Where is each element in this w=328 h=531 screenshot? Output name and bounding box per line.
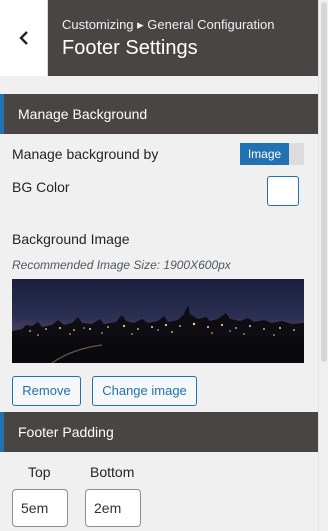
- section-footer-padding[interactable]: Footer Padding: [0, 412, 318, 452]
- breadcrumb: Customizing ▸ General Configuration: [62, 17, 275, 32]
- panel-header: Customizing ▸ General Configuration Foot…: [0, 0, 318, 76]
- section-title: Footer Padding: [18, 424, 114, 440]
- section-title: Manage Background: [18, 106, 148, 122]
- toggle-selected-option[interactable]: Image: [240, 143, 289, 165]
- padding-bottom-input[interactable]: [85, 489, 141, 527]
- bg-color-picker[interactable]: [267, 176, 299, 206]
- panel-scrollbar[interactable]: [318, 0, 328, 531]
- page-title: Footer Settings: [62, 37, 198, 59]
- section-manage-background[interactable]: Manage Background: [0, 94, 318, 134]
- background-image-label: Background Image: [12, 231, 130, 247]
- back-button[interactable]: [0, 0, 48, 76]
- remove-image-button[interactable]: Remove: [12, 376, 81, 406]
- header-title-box: Customizing ▸ General Configuration Foot…: [48, 0, 318, 76]
- padding-top-label: Top: [28, 464, 51, 480]
- manage-background-label: Manage background by: [12, 146, 159, 162]
- change-image-button[interactable]: Change image: [92, 376, 197, 406]
- image-size-hint: Recommended Image Size: 1900X600px: [12, 258, 231, 272]
- padding-bottom-label: Bottom: [90, 464, 135, 480]
- chevron-left-icon: [18, 31, 28, 45]
- scrollbar-thumb[interactable]: [321, 2, 327, 362]
- bg-color-label: BG Color: [12, 179, 70, 195]
- background-image-preview: [12, 279, 304, 363]
- padding-top-input[interactable]: [12, 489, 68, 527]
- manage-background-toggle[interactable]: Image: [240, 143, 304, 165]
